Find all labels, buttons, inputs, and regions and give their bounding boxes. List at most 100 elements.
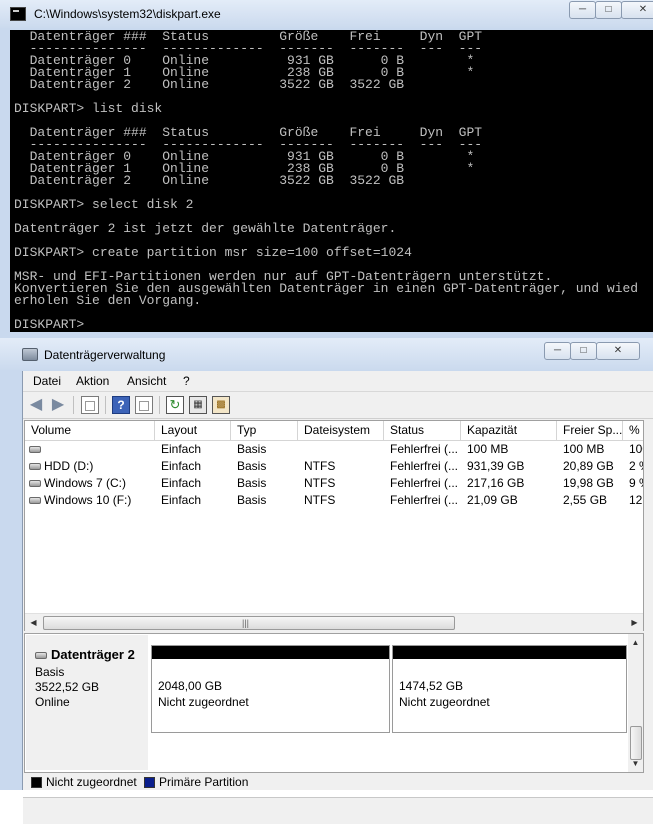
- refresh-icon[interactable]: ↻: [166, 396, 184, 414]
- cell-kapazitaet: 100 MB: [467, 442, 509, 456]
- scroll-left-arrow-icon[interactable]: ◀: [25, 614, 42, 631]
- cell-dateisystem: NTFS: [304, 476, 336, 490]
- cell-kapazitaet: 21,09 GB: [467, 493, 518, 507]
- column-layout[interactable]: Layout: [155, 421, 231, 440]
- drive-icon: [29, 446, 41, 454]
- action-pane-icon[interactable]: [135, 396, 153, 414]
- scrollbar-thumb[interactable]: |||: [43, 616, 455, 630]
- legend: Nicht zugeordnet Primäre Partition: [23, 773, 653, 793]
- cell-kapazitaet: 217,16 GB: [467, 476, 525, 490]
- close-button[interactable]: ✕: [596, 342, 640, 360]
- legend-label-unallocated: Nicht zugeordnet: [46, 775, 137, 789]
- cell-freier-speicher: 100 MB: [563, 442, 605, 456]
- volume-list-header: Volume Layout Typ Dateisystem Status Kap…: [25, 421, 643, 441]
- disk-type: Basis: [35, 665, 65, 679]
- cell-dateisystem: NTFS: [304, 493, 336, 507]
- legend-label-primary: Primäre Partition: [159, 775, 249, 789]
- cell-layout: Einfach: [161, 476, 202, 490]
- partition-color-bar: [393, 646, 626, 659]
- cell-status: Fehlerfrei (...: [390, 493, 459, 507]
- legend-swatch-unallocated: [31, 777, 42, 788]
- console-app-icon: [10, 7, 26, 21]
- help-icon[interactable]: ?: [112, 396, 130, 414]
- column-freier-speicher[interactable]: Freier Sp...: [557, 421, 623, 440]
- partition-status: Nicht zugeordnet: [158, 695, 249, 709]
- disk-info-panel[interactable]: Datenträger 2 Basis 3522,52 GB Online: [26, 635, 148, 770]
- status-bar: [23, 797, 653, 824]
- scroll-up-arrow-icon[interactable]: ▲: [627, 634, 644, 651]
- menu-bar: Datei Aktion Ansicht ?: [23, 371, 653, 391]
- console-window-controls: ─ □ ✕: [569, 1, 653, 19]
- properties-icon[interactable]: ▦: [189, 396, 207, 414]
- column-typ[interactable]: Typ: [231, 421, 298, 440]
- disk-icon: [35, 652, 47, 660]
- column-volume[interactable]: Volume: [25, 421, 155, 440]
- partition-unallocated-2[interactable]: 1474,52 GB Nicht zugeordnet: [392, 645, 627, 733]
- table-row[interactable]: Einfach Basis Fehlerfrei (... 100 MB 100…: [25, 441, 643, 458]
- drive-icon: [29, 463, 41, 471]
- disk-management-window: Datenträgerverwaltung ─ □ ✕ Datei Aktion…: [0, 338, 653, 824]
- rescan-disks-icon[interactable]: ▩: [212, 396, 230, 414]
- cell-kapazitaet: 931,39 GB: [467, 459, 525, 473]
- maximize-button[interactable]: □: [595, 1, 622, 19]
- cell-status: Fehlerfrei (...: [390, 442, 459, 456]
- legend-swatch-primary: [144, 777, 155, 788]
- dm-client-area: Datei Aktion Ansicht ? ◀ ▶ ? ↻ ▦ ▩ Volum…: [22, 371, 653, 824]
- partition-unallocated-1[interactable]: 2048,00 GB Nicht zugeordnet: [151, 645, 390, 733]
- volume-list[interactable]: Volume Layout Typ Dateisystem Status Kap…: [24, 420, 644, 631]
- back-arrow-icon[interactable]: ◀: [27, 396, 45, 414]
- cell-layout: Einfach: [161, 459, 202, 473]
- column-status[interactable]: Status: [384, 421, 461, 440]
- cell-layout: Einfach: [161, 493, 202, 507]
- disk-management-icon: [22, 348, 38, 361]
- cell-volume: HDD (D:): [25, 458, 155, 475]
- console-output[interactable]: Datenträger ### Status Größe Frei Dyn GP…: [10, 30, 653, 332]
- cell-typ: Basis: [237, 459, 267, 473]
- cell-freier-speicher: 2,55 GB: [563, 493, 608, 507]
- dm-window-title: Datenträgerverwaltung: [44, 348, 166, 362]
- cell-status: Fehlerfrei (...: [390, 459, 459, 473]
- cell-volume: Windows 7 (C:): [25, 475, 155, 492]
- column-percent-free[interactable]: % f: [623, 421, 643, 440]
- cell-percent-free: 2 %: [629, 459, 643, 473]
- cell-dateisystem: NTFS: [304, 459, 336, 473]
- vertical-scrollbar[interactable]: ▲ ▼: [628, 634, 643, 772]
- cell-percent-free: 9 %: [629, 476, 643, 490]
- table-row[interactable]: Windows 10 (F:) Einfach Basis NTFS Fehle…: [25, 492, 643, 509]
- menu-datei[interactable]: Datei: [33, 374, 61, 388]
- table-row[interactable]: HDD (D:) Einfach Basis NTFS Fehlerfrei (…: [25, 458, 643, 475]
- horizontal-scrollbar[interactable]: ◀ ||| ▶: [25, 613, 643, 631]
- maximize-button[interactable]: □: [570, 342, 597, 360]
- console-title-bar[interactable]: C:\Windows\system32\diskpart.exe ─ □ ✕: [0, 0, 653, 28]
- scroll-down-arrow-icon[interactable]: ▼: [627, 755, 644, 772]
- table-row[interactable]: Windows 7 (C:) Einfach Basis NTFS Fehler…: [25, 475, 643, 492]
- column-dateisystem[interactable]: Dateisystem: [298, 421, 384, 440]
- cell-typ: Basis: [237, 493, 267, 507]
- cell-typ: Basis: [237, 476, 267, 490]
- scroll-right-arrow-icon[interactable]: ▶: [626, 614, 643, 631]
- cell-percent-free: 100 %: [629, 442, 643, 456]
- disk-state: Online: [35, 695, 70, 709]
- cell-status: Fehlerfrei (...: [390, 476, 459, 490]
- minimize-button[interactable]: ─: [569, 1, 596, 19]
- partition-color-bar: [152, 646, 389, 659]
- menu-aktion[interactable]: Aktion: [76, 374, 109, 388]
- menu-help[interactable]: ?: [183, 374, 190, 388]
- column-kapazitaet[interactable]: Kapazität: [461, 421, 557, 440]
- forward-arrow-icon[interactable]: ▶: [49, 396, 67, 414]
- cell-freier-speicher: 20,89 GB: [563, 459, 614, 473]
- cell-volume: Windows 10 (F:): [25, 492, 155, 509]
- show-hide-tree-icon[interactable]: [81, 396, 99, 414]
- dm-title-bar[interactable]: Datenträgerverwaltung ─ □ ✕: [0, 338, 653, 370]
- dm-window-controls: ─ □ ✕: [544, 342, 640, 360]
- menu-ansicht[interactable]: Ansicht: [127, 374, 166, 388]
- disk-size: 3522,52 GB: [35, 680, 100, 694]
- partition-size: 2048,00 GB: [158, 679, 223, 693]
- partition-size: 1474,52 GB: [399, 679, 464, 693]
- partition-status: Nicht zugeordnet: [399, 695, 490, 709]
- minimize-button[interactable]: ─: [544, 342, 571, 360]
- close-button[interactable]: ✕: [621, 1, 653, 19]
- drive-icon: [29, 480, 41, 488]
- disk-graphical-view[interactable]: Datenträger 2 Basis 3522,52 GB Online 20…: [24, 633, 644, 773]
- cell-volume: [25, 441, 155, 458]
